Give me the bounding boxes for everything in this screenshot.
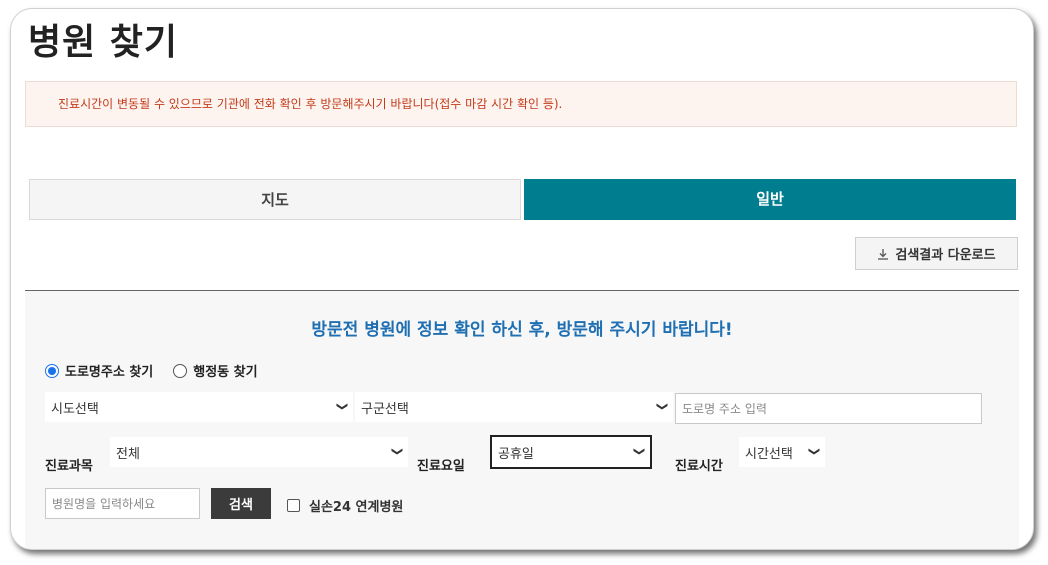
page-title: 병원 찾기 (28, 22, 179, 63)
download-label: 검색결과 다운로드 (895, 248, 996, 263)
silson24-label[interactable]: 실손24 연계병원 (309, 496, 403, 515)
sido-select[interactable]: 시도선택 ❯ (45, 392, 353, 422)
tab-general[interactable]: 일반 (524, 179, 1016, 220)
page-frame: 병원 찾기 진료시간이 변동될 수 있으므로 기관에 전화 확인 후 방문해주시… (10, 8, 1034, 550)
silson24-filter[interactable]: 실손24 연계병원 (287, 496, 403, 515)
chevron-down-icon: ❯ (632, 446, 646, 457)
gugun-select-value: 구군선택 (361, 401, 409, 417)
tab-map[interactable]: 지도 (29, 179, 521, 220)
chevron-down-icon: ❯ (390, 446, 404, 457)
search-button[interactable]: 검색 (211, 488, 271, 519)
time-label: 진료시간 (675, 459, 723, 474)
silson24-checkbox[interactable] (287, 499, 300, 512)
radio-road-address[interactable] (45, 363, 59, 378)
chevron-down-icon: ❯ (807, 446, 821, 457)
search-heading: 방문전 병원에 정보 확인 하신 후, 방문해 주시기 바랍니다! (311, 320, 733, 340)
sido-select-value: 시도선택 (51, 401, 99, 417)
chevron-down-icon: ❯ (335, 401, 349, 412)
day-label: 진료요일 (417, 459, 465, 474)
radio-admin-dong-label[interactable]: 행정동 찾기 (193, 361, 257, 380)
dept-select[interactable]: 전체 ❯ (110, 437, 408, 467)
dept-label: 진료과목 (45, 459, 93, 474)
notice-banner: 진료시간이 변동될 수 있으므로 기관에 전화 확인 후 방문해주시기 바랍니다… (25, 81, 1017, 127)
day-select-value: 공휴일 (498, 446, 534, 462)
dept-select-value: 전체 (116, 446, 140, 462)
download-results-button[interactable]: 검색결과 다운로드 (855, 237, 1018, 270)
time-select-value: 시간선택 (745, 446, 793, 462)
time-select[interactable]: 시간선택 ❯ (739, 437, 825, 467)
address-type-radios: 도로명주소 찾기 행정동 찾기 (45, 361, 278, 380)
download-icon (878, 248, 889, 260)
road-address-input[interactable]: 도로명 주소 입력 (675, 393, 982, 424)
chevron-down-icon: ❯ (655, 401, 669, 412)
search-panel: 방문전 병원에 정보 확인 하신 후, 방문해 주시기 바랍니다! 도로명주소 … (25, 290, 1019, 549)
road-address-placeholder: 도로명 주소 입력 (682, 402, 767, 416)
gugun-select[interactable]: 구군선택 ❯ (355, 392, 673, 422)
radio-admin-dong[interactable] (173, 363, 188, 378)
hospital-name-input[interactable]: 병원명을 입력하세요 (45, 488, 200, 519)
radio-road-address-label[interactable]: 도로명주소 찾기 (65, 361, 153, 380)
hospital-name-placeholder: 병원명을 입력하세요 (52, 497, 156, 511)
day-select[interactable]: 공휴일 ❯ (490, 435, 652, 469)
